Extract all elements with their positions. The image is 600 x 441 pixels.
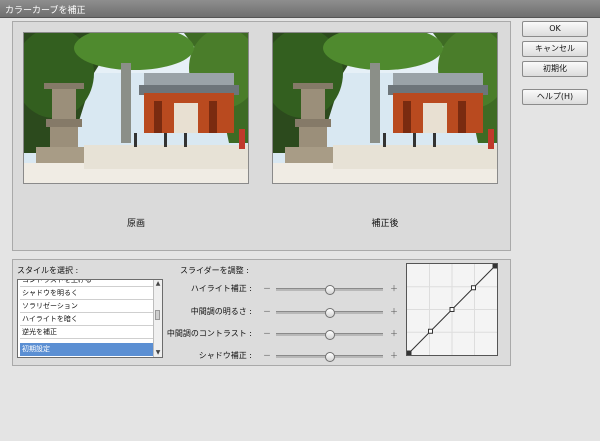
midtone-brightness-slider[interactable] <box>276 308 383 318</box>
corrected-label: 補正後 <box>371 219 399 229</box>
curve-control-point[interactable] <box>449 307 455 312</box>
curve-control-point[interactable] <box>428 328 433 334</box>
style-item[interactable]: ハイライトを暗く <box>20 313 154 326</box>
midtone-brightness-label: 中間調の明るさ : <box>190 307 252 316</box>
curve-control-point[interactable] <box>492 263 498 269</box>
plus-sign: ＋ <box>390 329 398 338</box>
original-label: 原画 <box>126 219 145 229</box>
style-item[interactable]: ソラリゼーション <box>20 300 154 313</box>
slider-thumb[interactable] <box>324 285 335 295</box>
midtone-contrast-slider[interactable] <box>276 330 383 340</box>
minus-sign: － <box>263 351 271 360</box>
window-title: カラーカーブを補正 <box>5 6 86 16</box>
midtone-contrast-label: 中間調のコントラスト : <box>166 329 252 338</box>
slider-thumb[interactable] <box>324 330 335 340</box>
help-button[interactable]: ヘルプ(H) <box>522 89 588 105</box>
curve-control-point[interactable] <box>471 285 476 291</box>
style-item[interactable]: コントラストを上げる <box>20 280 154 287</box>
shadow-label: シャドウ補正 : <box>198 351 252 360</box>
style-item[interactable]: シャドウを明るく <box>20 287 154 300</box>
reset-button[interactable]: 初期化 <box>522 61 588 77</box>
shadow-slider[interactable] <box>276 352 383 362</box>
curve-control-point[interactable] <box>406 350 412 356</box>
style-item-selected[interactable]: 初期設定 <box>20 343 154 356</box>
highlight-label: ハイライト補正 : <box>190 284 252 293</box>
plus-sign: ＋ <box>390 351 398 360</box>
title-bar[interactable]: カラーカーブを補正 <box>0 0 600 18</box>
cancel-button[interactable]: キャンセル <box>522 41 588 57</box>
plus-sign: ＋ <box>390 307 398 316</box>
minus-sign: － <box>263 307 271 316</box>
slider-thumb[interactable] <box>324 308 335 318</box>
plus-sign: ＋ <box>390 284 398 293</box>
curve-canvas[interactable] <box>406 263 498 356</box>
style-item[interactable]: 逆光を補正 <box>20 326 154 339</box>
highlight-slider[interactable] <box>276 285 383 295</box>
style-list[interactable]: コントラストを上げる シャドウを明るく ソラリゼーション ハイライトを暗く 逆光… <box>17 279 163 358</box>
corrected-photo <box>272 32 498 184</box>
slider-adjust-label: スライダーを調整 : <box>180 266 249 275</box>
curve-graph[interactable] <box>406 263 498 356</box>
original-photo <box>23 32 249 184</box>
style-select-label: スタイルを選択 : <box>17 266 79 275</box>
minus-sign: － <box>263 329 271 338</box>
ok-button[interactable]: OK <box>522 21 588 37</box>
minus-sign: － <box>263 284 271 293</box>
slider-thumb[interactable] <box>324 352 335 362</box>
